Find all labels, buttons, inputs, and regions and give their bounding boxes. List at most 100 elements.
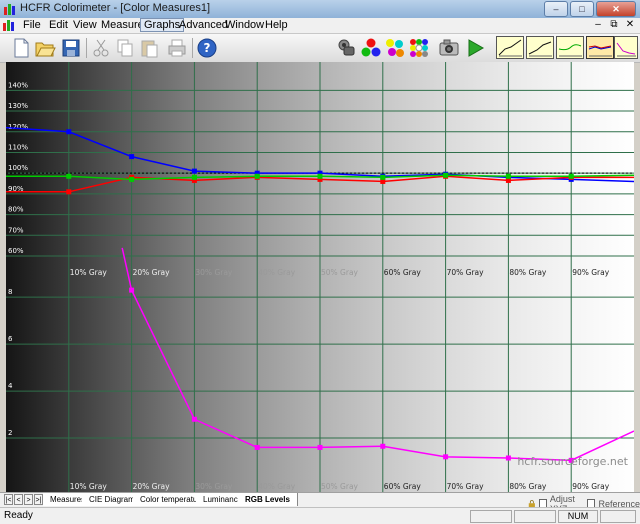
x-tick-label: 20% Gray [133, 482, 171, 491]
mdi-close-button[interactable]: ✕ [624, 19, 636, 30]
status-text: Ready [4, 510, 33, 521]
graph-1-button[interactable] [496, 36, 524, 59]
mdi-restore-button[interactable]: ⧉ [608, 19, 620, 30]
y-tick-label: 70% [8, 226, 24, 234]
mdi-minimize-button[interactable]: – [592, 19, 604, 30]
tab-prev-button[interactable]: < [14, 494, 23, 505]
x-tick-label: 10% Gray [70, 482, 108, 491]
svg-text:?: ? [204, 41, 211, 55]
x-tick-label: 30% Gray [195, 268, 233, 277]
graph-5-button[interactable] [614, 36, 638, 59]
graph-4-icon [588, 45, 612, 57]
play-icon[interactable] [464, 37, 486, 59]
sensor-icon[interactable] [336, 37, 358, 59]
x-tick-label: 50% Gray [321, 482, 359, 491]
data-point-magenta [505, 455, 511, 461]
open-icon[interactable] [34, 37, 56, 59]
tab-next-button[interactable]: > [24, 494, 33, 505]
data-point-green [317, 173, 323, 179]
app-icon [4, 4, 15, 15]
menu-window[interactable]: Window [222, 19, 267, 31]
status-panel [470, 510, 512, 523]
x-tick-label: 40% Gray [258, 268, 296, 277]
menu-help[interactable]: Help [262, 19, 291, 31]
maximize-button[interactable]: □ [570, 1, 594, 17]
x-tick-label: 60% Gray [384, 268, 422, 277]
camera-icon[interactable] [438, 37, 460, 59]
data-point-green [443, 172, 449, 178]
save-icon[interactable] [60, 37, 82, 59]
copy-icon[interactable] [114, 37, 136, 59]
x-tick-label: 30% Gray [195, 482, 233, 491]
graph-3-button[interactable] [556, 36, 584, 59]
data-point-green [66, 173, 72, 179]
rgb-dots-icon[interactable] [360, 37, 382, 59]
graph-2-icon [528, 41, 552, 57]
data-point-green [568, 173, 574, 179]
x-tick-label: 60% Gray [384, 482, 422, 491]
data-point-green [129, 176, 135, 182]
y-tick-label: 60% [8, 247, 24, 255]
color-dots-icon[interactable] [384, 37, 406, 59]
watermark: hcfr.sourceforge.net [517, 455, 628, 468]
window-title: HCFR Colorimeter - [Color Measures1] [20, 2, 211, 14]
y-tick-label: 110% [8, 143, 28, 151]
tab-bar: |< < > >| Measures CIE Diagram Color tem… [0, 492, 640, 514]
document-icon[interactable] [3, 20, 15, 31]
x-tick-label: 80% Gray [509, 268, 547, 277]
status-panel [600, 510, 636, 523]
tab-last-button[interactable]: >| [34, 494, 43, 505]
toolbar-separator [192, 38, 193, 58]
cut-icon[interactable] [90, 37, 112, 59]
help-icon[interactable]: ? [196, 37, 218, 59]
x-tick-label: 20% Gray [133, 268, 171, 277]
data-point-blue [129, 154, 135, 160]
x-tick-label: 50% Gray [321, 268, 359, 277]
title-bar: HCFR Colorimeter - [Color Measures1] – □… [0, 0, 640, 19]
x-tick-label: 90% Gray [572, 482, 610, 491]
data-point-blue [191, 168, 197, 174]
new-icon[interactable] [10, 37, 32, 59]
y-tick-label: 2 [8, 429, 12, 437]
y-tick-label: 100% [8, 164, 28, 172]
data-point-magenta [443, 454, 449, 460]
rgb-levels-chart: 140%130%120%110%100%90%80%70%60%10% Gray… [6, 62, 634, 492]
graph-3-icon [558, 44, 582, 57]
minimize-button[interactable]: – [544, 1, 568, 17]
chart-area: 140% 130% 120% 110% 100% 90% 80% 70% 60% 10% Gray… [6, 62, 634, 492]
menu-file[interactable]: File [20, 19, 44, 31]
graph-2-button[interactable] [526, 36, 554, 59]
paste-icon[interactable] [138, 37, 160, 59]
y-tick-label: 130% [8, 102, 28, 110]
data-point-red [66, 189, 72, 195]
status-panel [514, 510, 556, 523]
menu-edit[interactable]: Edit [46, 19, 71, 31]
data-point-magenta [317, 444, 323, 450]
close-button[interactable]: ✕ [596, 1, 636, 17]
status-bar: Ready NUM [0, 507, 640, 524]
toolbar-separator [86, 38, 87, 58]
x-tick-label: 40% Gray [258, 482, 296, 491]
y-tick-label: 140% [8, 81, 28, 89]
x-tick-label: 90% Gray [572, 268, 610, 277]
y-tick-label: 4 [8, 382, 13, 390]
y-tick-label: 8 [8, 288, 12, 296]
data-point-magenta [254, 444, 260, 450]
y-tick-label: 6 [8, 335, 13, 343]
data-point-green [254, 173, 260, 179]
data-point-green [380, 174, 386, 180]
color-grid-icon[interactable] [408, 37, 430, 59]
print-icon[interactable] [166, 37, 188, 59]
tab-rgb-levels[interactable]: RGB Levels [238, 493, 298, 506]
graph-5-icon [616, 42, 636, 57]
num-lock-indicator: NUM [558, 510, 598, 523]
graph-4-button[interactable] [586, 36, 614, 59]
data-point-magenta [191, 416, 197, 422]
x-tick-label: 70% Gray [447, 482, 485, 491]
x-tick-label: 70% Gray [447, 268, 485, 277]
menu-bar: File Edit View Measures Graphs Advanced … [0, 18, 640, 34]
grid [6, 62, 634, 492]
tab-first-button[interactable]: |< [4, 494, 13, 505]
data-point-magenta [380, 443, 386, 449]
menu-view[interactable]: View [70, 19, 100, 31]
